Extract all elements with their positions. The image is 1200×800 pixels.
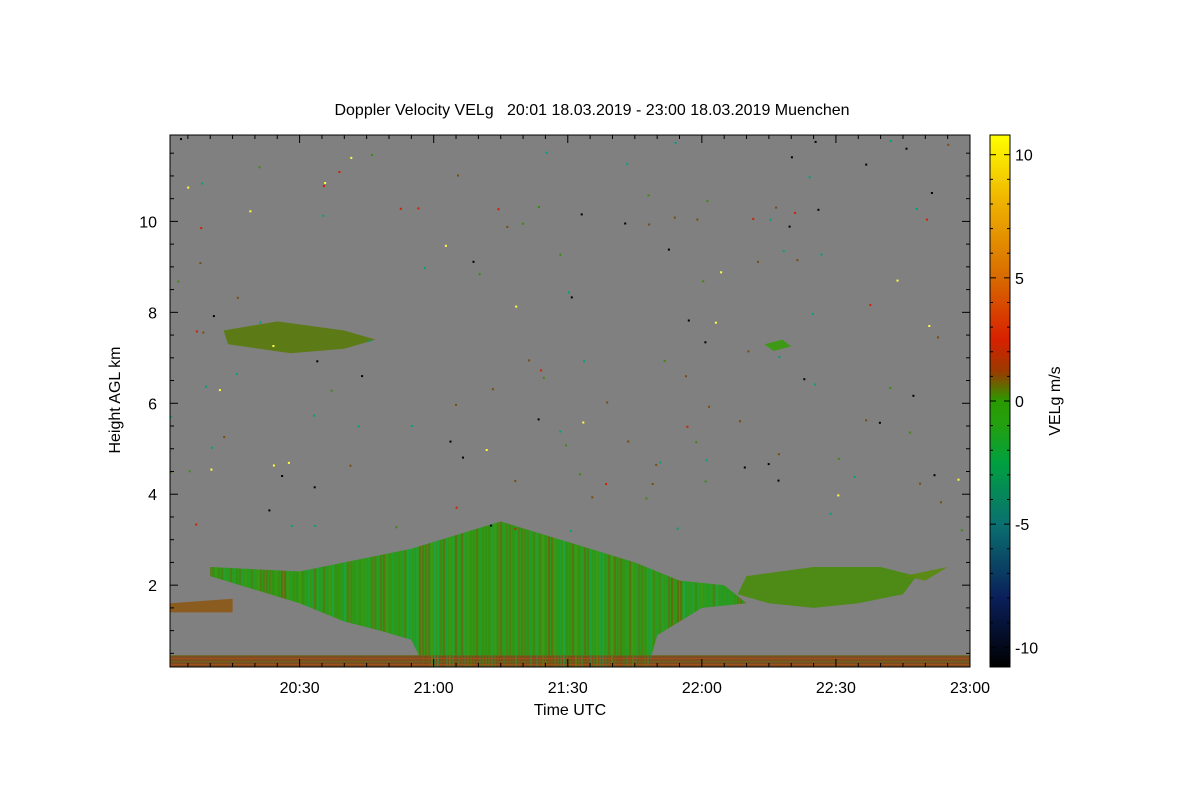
x-tick-labels: 20:30 21:00 21:30 22:00 22:30 23:00 xyxy=(280,680,991,697)
y-tick-label: 10 xyxy=(139,214,157,231)
x-tick-label: 21:00 xyxy=(414,680,454,697)
colorbar-tick-label: -10 xyxy=(1015,640,1038,657)
y-tick-label: 6 xyxy=(148,396,157,413)
colorbar-tick-label: -5 xyxy=(1015,517,1029,534)
y-tick-label: 8 xyxy=(148,305,157,322)
colorbar-tick-label: 10 xyxy=(1015,148,1033,165)
x-tick-label: 22:30 xyxy=(816,680,856,697)
colorbar-tick-label: 0 xyxy=(1015,394,1024,411)
x-axis-label: Time UTC xyxy=(534,702,606,719)
y-axis-label: Height AGL km xyxy=(107,346,124,453)
x-tick-label: 23:00 xyxy=(950,680,990,697)
x-tick-label: 20:30 xyxy=(280,680,320,697)
chart-title: Doppler Velocity VELg 20:01 18.03.2019 -… xyxy=(334,102,849,119)
colorbar-tick-label: 5 xyxy=(1015,271,1024,288)
x-tick-label: 22:00 xyxy=(682,680,722,697)
y-tick-labels: 2 4 6 8 10 xyxy=(139,214,157,595)
colorbar-label: VELg m/s xyxy=(1047,366,1064,435)
y-tick-label: 4 xyxy=(148,487,157,504)
x-tick-label: 21:30 xyxy=(548,680,588,697)
doppler-velocity-chart: Doppler Velocity VELg 20:01 18.03.2019 -… xyxy=(107,102,1064,719)
y-tick-label: 2 xyxy=(148,578,157,595)
